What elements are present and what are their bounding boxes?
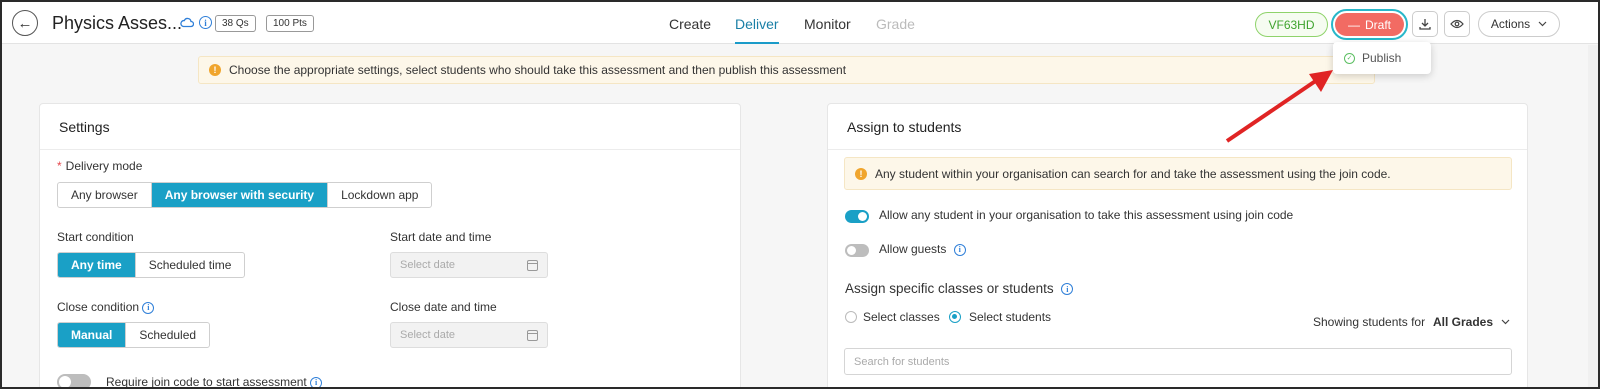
download-icon xyxy=(1419,19,1431,30)
dash-icon: — xyxy=(1347,17,1360,32)
divider xyxy=(828,149,1527,150)
allow-join-code-label: Allow any student in your organisation t… xyxy=(879,208,1294,222)
arrow-left-icon: ← xyxy=(17,14,33,32)
join-code-toggle[interactable] xyxy=(57,374,91,387)
radio-select-students[interactable] xyxy=(949,311,961,323)
preview-button[interactable] xyxy=(1444,11,1470,37)
required-marker: * xyxy=(57,159,62,173)
student-search-input[interactable]: Search for students xyxy=(844,348,1512,375)
draft-status-button[interactable]: — Draft xyxy=(1335,13,1404,36)
start-condition-label: Start condition xyxy=(57,230,134,244)
specific-heading-text: Assign specific classes or students xyxy=(845,281,1054,296)
chevron-down-icon xyxy=(1501,319,1510,325)
start-datetime-label: Start date and time xyxy=(390,230,492,244)
allow-join-code-toggle[interactable] xyxy=(845,210,869,223)
search-placeholder: Search for students xyxy=(854,355,950,368)
close-condition-text: Close condition xyxy=(57,300,140,314)
assessment-title[interactable]: Physics Asses... xyxy=(52,13,182,34)
notice-text: Any student within your organisation can… xyxy=(875,166,1391,181)
grade-filter-dropdown[interactable]: All Grades xyxy=(1433,315,1510,329)
scrollbar[interactable] xyxy=(1588,45,1598,387)
toggle-knob xyxy=(858,212,867,221)
points-badge: 100 Pts xyxy=(266,15,314,32)
cloud-icon xyxy=(180,17,194,28)
grade-filter-value: All Grades xyxy=(1433,315,1494,329)
top-header: ← Physics Asses... i 38 Qs 100 Pts Creat… xyxy=(2,2,1598,44)
divider xyxy=(40,149,740,150)
option-manual[interactable]: Manual xyxy=(58,323,127,347)
publish-label: Publish xyxy=(1362,51,1402,65)
tab-deliver[interactable]: Deliver xyxy=(735,16,779,32)
option-any-browser-security[interactable]: Any browser with security xyxy=(151,183,329,207)
join-code-toggle-text: Require join code to start assessment xyxy=(106,375,307,389)
option-lockdown-app[interactable]: Lockdown app xyxy=(328,183,431,207)
delivery-mode-text: Delivery mode xyxy=(65,159,143,173)
join-code-badge[interactable]: VF63HD xyxy=(1255,12,1328,37)
showing-students-label: Showing students for xyxy=(1313,315,1426,329)
option-scheduled[interactable]: Scheduled xyxy=(126,323,209,347)
check-circle-icon: ✓ xyxy=(1344,52,1355,64)
allow-guests-text: Allow guests xyxy=(879,242,947,256)
start-date-placeholder: Select date xyxy=(400,259,456,271)
export-button[interactable] xyxy=(1412,11,1438,37)
join-code-toggle-label: Require join code to start assessment i xyxy=(106,375,323,389)
close-condition-selector: Manual Scheduled xyxy=(57,322,211,348)
toggle-knob xyxy=(847,246,856,255)
warning-icon: ! xyxy=(209,64,221,76)
allow-guests-label: Allow guests i xyxy=(879,242,966,256)
option-scheduled-time[interactable]: Scheduled time xyxy=(136,253,245,277)
start-condition-selector: Any time Scheduled time xyxy=(57,252,246,278)
tab-grade[interactable]: Grade xyxy=(876,16,915,32)
select-classes-label[interactable]: Select classes xyxy=(863,310,940,324)
delivery-mode-selector: Any browser Any browser with security Lo… xyxy=(57,182,433,208)
actions-label: Actions xyxy=(1490,17,1531,31)
app-window: ← Physics Asses... i 38 Qs 100 Pts Creat… xyxy=(0,0,1600,389)
tab-create[interactable]: Create xyxy=(669,16,711,32)
actions-dropdown[interactable]: Actions xyxy=(1478,11,1560,37)
banner-text: Choose the appropriate settings, select … xyxy=(229,63,847,77)
option-any-time[interactable]: Any time xyxy=(58,253,136,277)
close-date-input[interactable]: Select date xyxy=(390,322,548,348)
chevron-down-icon xyxy=(1538,21,1547,27)
info-icon[interactable]: i xyxy=(310,376,323,387)
settings-title: Settings xyxy=(59,119,110,135)
annotation-arrow xyxy=(1225,70,1333,143)
delivery-mode-label: * Delivery mode xyxy=(57,159,142,173)
settings-panel: Settings * Delivery mode Any browser Any … xyxy=(39,103,741,389)
specific-heading: Assign specific classes or students i xyxy=(845,281,1074,296)
calendar-icon xyxy=(527,330,538,341)
info-icon[interactable]: i xyxy=(199,16,212,29)
assign-title: Assign to students xyxy=(847,119,962,135)
close-date-placeholder: Select date xyxy=(400,329,456,341)
calendar-icon xyxy=(527,260,538,271)
eye-icon xyxy=(1450,19,1464,29)
close-datetime-label: Close date and time xyxy=(390,300,497,314)
close-condition-label: Close condition i xyxy=(57,300,155,314)
assign-panel: Assign to students ! Any student within … xyxy=(827,103,1528,387)
active-tab-indicator xyxy=(735,42,779,44)
join-code-notice: ! Any student within your organisation c… xyxy=(844,157,1512,190)
info-icon[interactable]: i xyxy=(142,301,155,314)
questions-count-badge: 38 Qs xyxy=(215,15,256,32)
info-icon[interactable]: i xyxy=(1061,283,1074,296)
radio-select-classes[interactable] xyxy=(845,311,857,323)
option-any-browser[interactable]: Any browser xyxy=(58,183,152,207)
start-date-input[interactable]: Select date xyxy=(390,252,548,278)
publish-menu-item[interactable]: ✓ Publish xyxy=(1333,42,1431,74)
toggle-knob xyxy=(59,376,71,387)
info-icon[interactable]: i xyxy=(953,243,966,256)
warning-icon: ! xyxy=(855,167,867,180)
select-students-label[interactable]: Select students xyxy=(969,310,1051,324)
draft-label: Draft xyxy=(1364,17,1391,32)
tab-monitor[interactable]: Monitor xyxy=(804,16,851,32)
back-button[interactable]: ← xyxy=(12,10,38,36)
instruction-banner: ! Choose the appropriate settings, selec… xyxy=(198,56,1375,84)
allow-guests-toggle[interactable] xyxy=(845,244,869,257)
